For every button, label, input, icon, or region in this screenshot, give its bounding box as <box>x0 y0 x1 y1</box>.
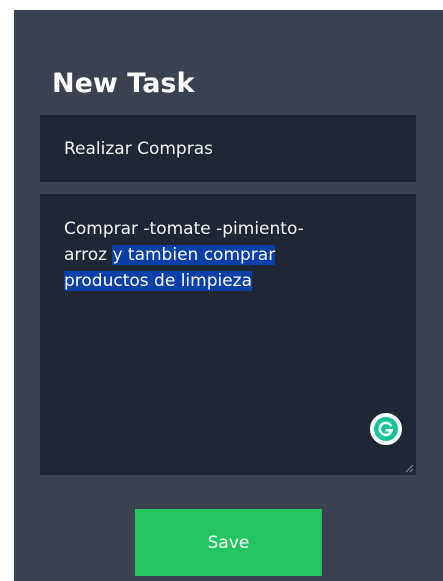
description-selected-text-2: productos de limpieza <box>64 271 253 291</box>
task-title-input[interactable]: Realizar Compras <box>40 115 416 182</box>
description-line-3: productos de limpieza <box>64 268 392 294</box>
description-line-1: Comprar -tomate -pimiento- <box>64 219 304 239</box>
description-line-2-text: arroz <box>64 245 113 265</box>
description-selected-text: y tambien comprar <box>112 245 276 265</box>
task-form-panel: New Task Realizar Compras Comprar -tomat… <box>14 10 443 581</box>
grammarly-icon[interactable] <box>370 413 402 445</box>
task-title-value: Realizar Compras <box>64 139 213 159</box>
resize-handle-icon[interactable] <box>404 463 414 473</box>
description-line-2: arroz y tambien comprar <box>64 242 392 268</box>
task-description-textarea[interactable]: Comprar -tomate -pimiento- arroz y tambi… <box>40 194 416 475</box>
save-button[interactable]: Save <box>135 509 322 576</box>
form-title: New Task <box>52 68 195 99</box>
